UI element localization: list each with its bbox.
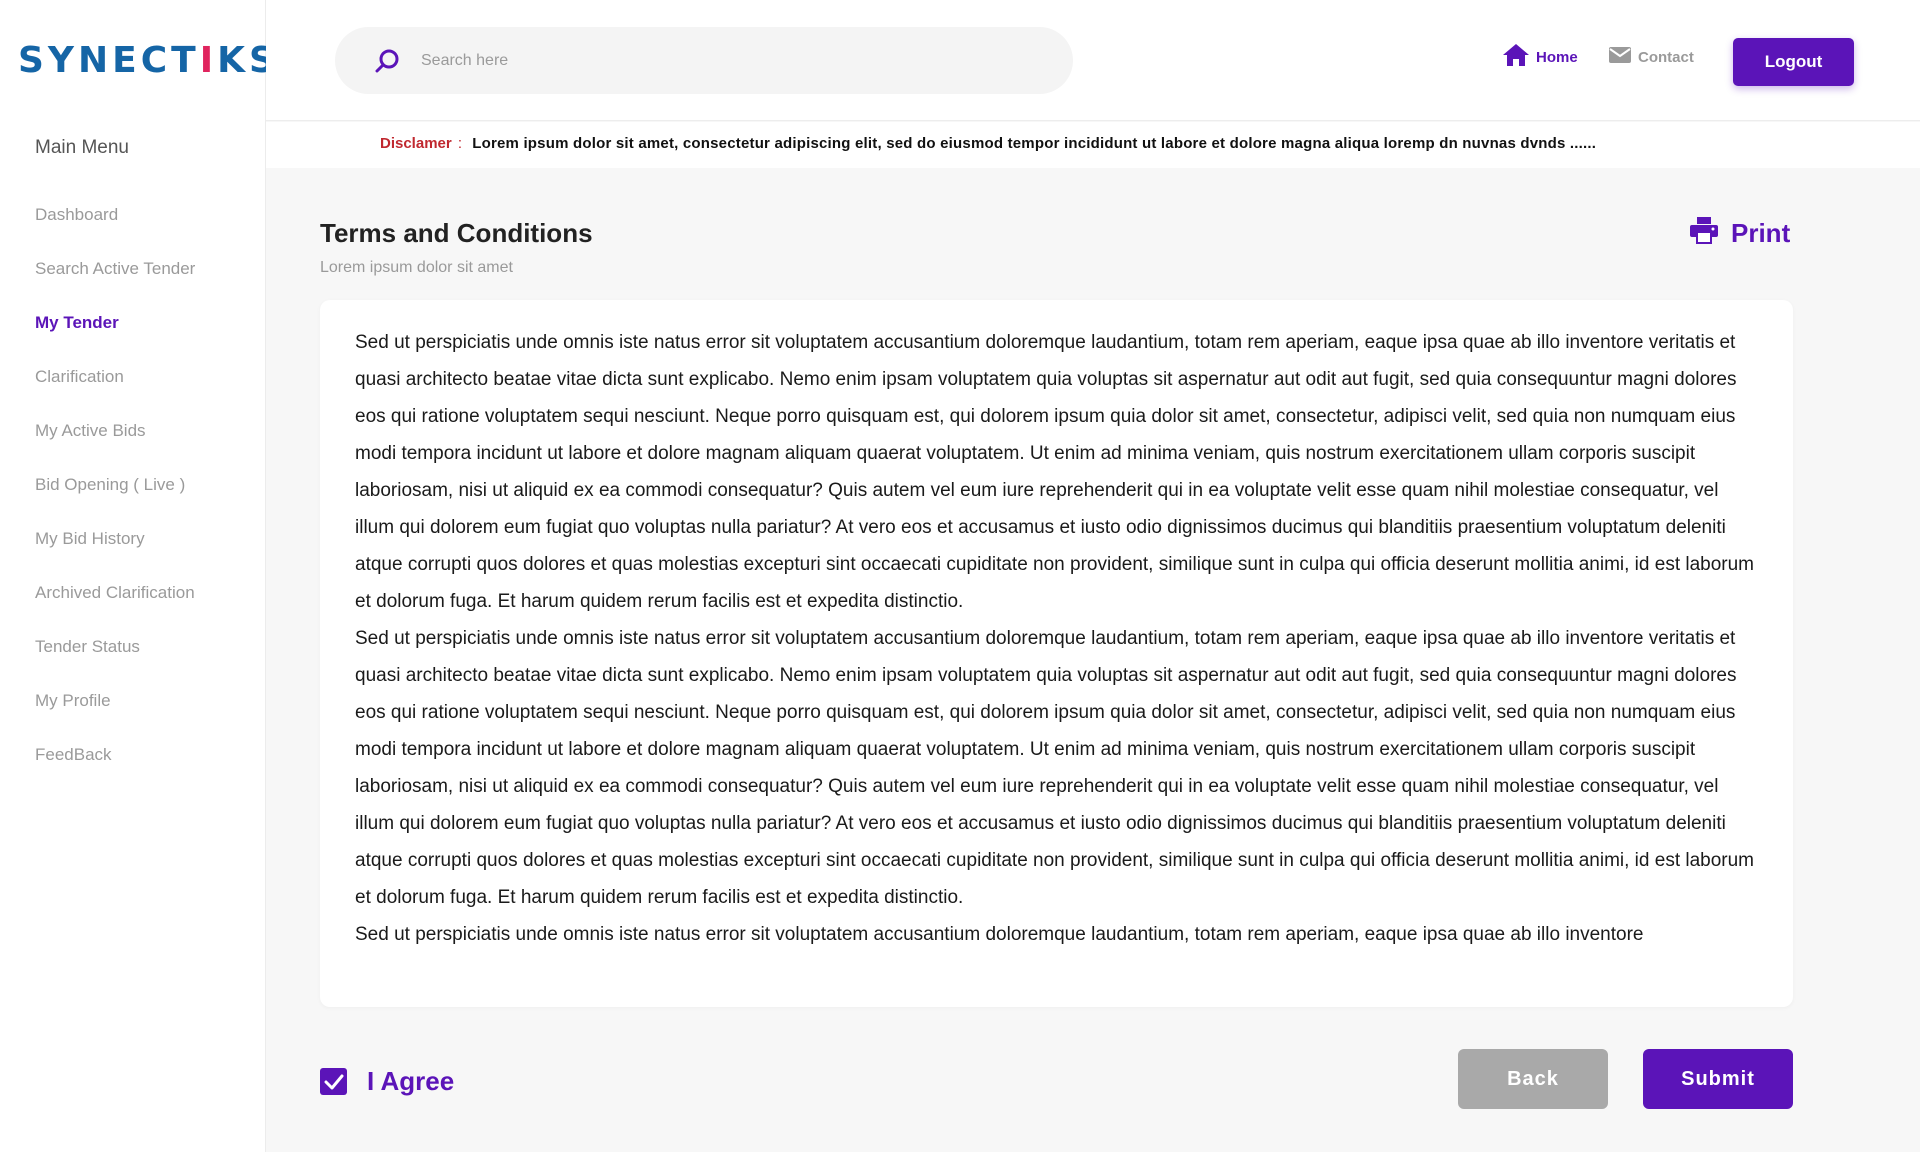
logo-text-start: SYNECT — [18, 40, 200, 81]
sidebar-item-my-bid-history[interactable]: My Bid History — [35, 524, 195, 578]
sidebar-item-search-active-tender[interactable]: Search Active Tender — [35, 254, 195, 308]
agree-checkbox-group[interactable]: I Agree — [320, 1066, 454, 1097]
terms-paragraph-2: Sed ut perspiciatis unde omnis iste natu… — [355, 628, 1755, 908]
contact-label: Contact — [1638, 48, 1694, 66]
sidebar-item-my-tender[interactable]: My Tender — [35, 308, 195, 362]
sidebar-item-dashboard[interactable]: Dashboard — [35, 200, 195, 254]
top-header: Home Contact Logout — [266, 0, 1920, 121]
terms-text: Sed ut perspiciatis unde omnis iste natu… — [355, 324, 1755, 953]
disclaimer-body: Lorem ipsum dolor sit amet, consectetur … — [472, 135, 1597, 152]
sidebar-item-feedback[interactable]: FeedBack — [35, 740, 195, 794]
nav-home-link[interactable]: Home — [1502, 42, 1578, 72]
disclaimer-separator: : — [457, 135, 463, 152]
sidebar: SYNECTIKS Main Menu Dashboard Search Act… — [0, 0, 275, 1152]
envelope-icon — [1608, 45, 1632, 69]
logout-button[interactable]: Logout — [1733, 38, 1854, 86]
sidebar-menu: Dashboard Search Active Tender My Tender… — [35, 200, 195, 794]
back-button[interactable]: Back — [1458, 1049, 1608, 1109]
home-icon — [1502, 42, 1530, 72]
agree-checkbox[interactable] — [320, 1068, 347, 1095]
sidebar-item-clarification[interactable]: Clarification — [35, 362, 195, 416]
print-button[interactable]: Print — [1689, 216, 1790, 251]
main-menu-title: Main Menu — [35, 137, 129, 158]
sidebar-item-tender-status[interactable]: Tender Status — [35, 632, 195, 686]
terms-paragraph-1: Sed ut perspiciatis unde omnis iste natu… — [355, 332, 1755, 612]
brand-logo[interactable]: SYNECTIKS — [18, 40, 279, 81]
agree-label: I Agree — [367, 1066, 455, 1096]
sidebar-item-bid-opening-live[interactable]: Bid Opening ( Live ) — [35, 470, 195, 524]
disclaimer-label: Disclamer — [380, 135, 452, 152]
sidebar-item-archived-clarification[interactable]: Archived Clarification — [35, 578, 195, 632]
printer-icon — [1689, 216, 1719, 251]
nav-contact-link[interactable]: Contact — [1608, 42, 1694, 72]
terms-card: Sed ut perspiciatis unde omnis iste natu… — [320, 300, 1793, 1007]
page-title: Terms and Conditions — [320, 218, 593, 248]
home-label: Home — [1536, 48, 1578, 66]
search-input[interactable] — [421, 43, 1021, 79]
search-icon[interactable] — [373, 47, 401, 75]
sidebar-item-my-active-bids[interactable]: My Active Bids — [35, 416, 195, 470]
checkmark-icon — [324, 1074, 343, 1089]
disclaimer-bar: Disclamer : Lorem ipsum dolor sit amet, … — [266, 122, 1920, 168]
disclaimer-text: Disclamer : Lorem ipsum dolor sit amet, … — [380, 135, 1596, 152]
logo-text-accent: I — [199, 40, 218, 81]
page-subtitle: Lorem ipsum dolor sit amet — [320, 259, 513, 276]
sidebar-item-my-profile[interactable]: My Profile — [35, 686, 195, 740]
search-bar[interactable] — [335, 27, 1073, 94]
print-label: Print — [1731, 218, 1791, 248]
terms-paragraph-3: Sed ut perspiciatis unde omnis iste natu… — [355, 924, 1644, 945]
submit-button[interactable]: Submit — [1643, 1049, 1793, 1109]
